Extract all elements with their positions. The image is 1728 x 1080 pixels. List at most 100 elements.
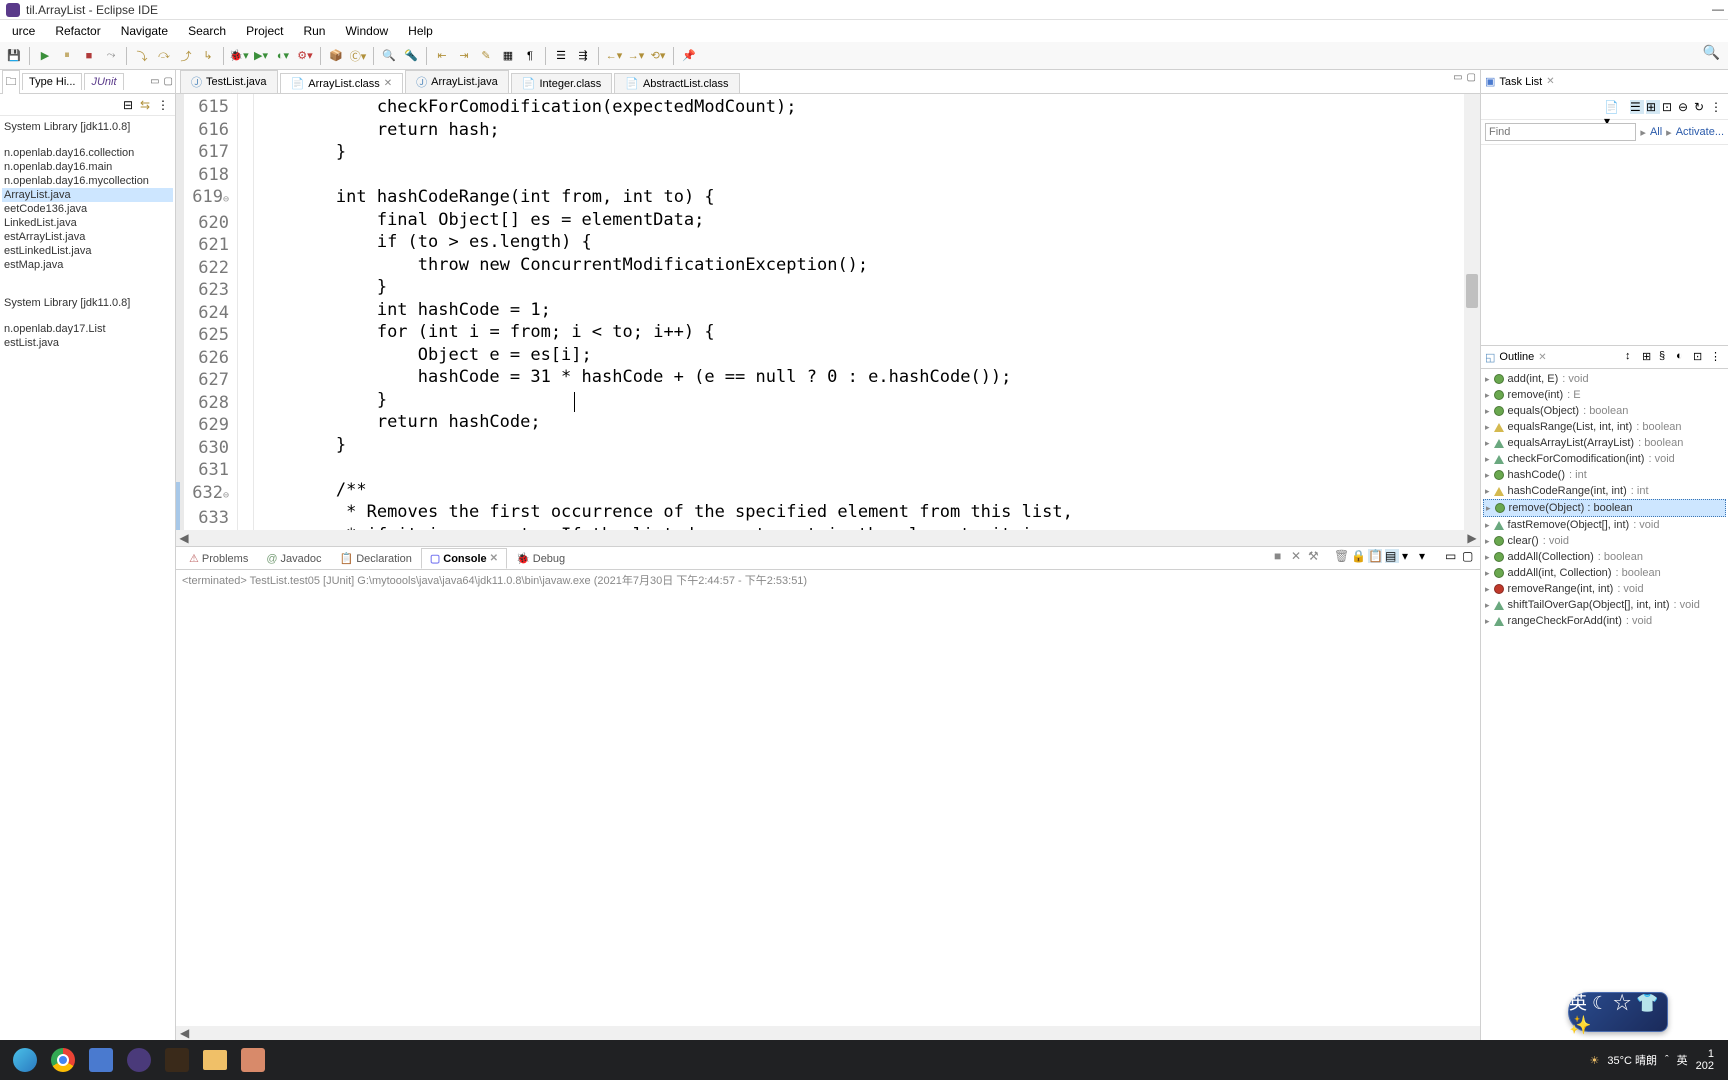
filter-icon[interactable]: ⋮ xyxy=(157,98,171,112)
tree-file-arraylist[interactable]: ArrayList.java xyxy=(2,188,173,202)
outline-item[interactable]: ▸hashCodeRange(int, int) : int xyxy=(1483,483,1726,499)
ime-indicator[interactable]: 英 xyxy=(1677,1052,1688,1068)
editor-maximize-icon[interactable]: ▢ xyxy=(1467,72,1476,83)
categorize-icon[interactable]: ☰ xyxy=(1630,100,1644,114)
console-remove-icon[interactable]: ✕ xyxy=(1291,549,1305,563)
tree-package[interactable]: n.openlab.day16.mycollection xyxy=(2,174,173,188)
debug-pause-icon[interactable]: ⏸ xyxy=(57,46,77,66)
debug-stop-icon[interactable]: ■ xyxy=(79,46,99,66)
package-explorer-tab[interactable]: 🗀 xyxy=(2,70,20,94)
outline-item[interactable]: ▸shiftTailOverGap(Object[], int, int) : … xyxy=(1483,597,1726,613)
declaration-tab[interactable]: 📋Declaration xyxy=(331,548,421,569)
tree-file[interactable]: estArrayList.java xyxy=(2,230,173,244)
view-maximize-icon[interactable]: ▢ xyxy=(164,76,173,87)
sync-icon[interactable]: ↻ xyxy=(1694,100,1708,114)
code-editor[interactable]: 615616617618619⊖620621622623624625626627… xyxy=(176,94,1480,530)
forward-icon[interactable]: →▾ xyxy=(626,46,646,66)
step-over-icon[interactable]: ⤼ xyxy=(154,46,174,66)
view-minimize-icon[interactable]: ▭ xyxy=(1445,549,1459,563)
gimp-icon[interactable] xyxy=(158,1041,196,1079)
floating-badge[interactable]: 英 ☾ ☆ 👕 ✨ xyxy=(1568,992,1668,1032)
tree-library[interactable]: System Library [jdk11.0.8] xyxy=(2,120,173,134)
app7-icon[interactable] xyxy=(234,1041,272,1079)
edge-icon[interactable] xyxy=(6,1041,44,1079)
tree-file[interactable]: estLinkedList.java xyxy=(2,244,173,258)
hide-icon[interactable]: ⋮ xyxy=(1710,100,1724,114)
editor-tab-abstractlist[interactable]: 📄AbstractList.class xyxy=(614,73,739,93)
chrome-icon[interactable] xyxy=(44,1041,82,1079)
search-icon[interactable]: 🔦 xyxy=(401,46,421,66)
console-tab[interactable]: ▢Console✕ xyxy=(421,548,507,569)
console-terminate-icon[interactable]: ■ xyxy=(1274,549,1288,563)
tree-package[interactable]: n.openlab.day16.collection xyxy=(2,146,173,160)
tree-file[interactable]: estMap.java xyxy=(2,258,173,272)
focus-icon[interactable]: ⊡ xyxy=(1662,100,1676,114)
ext-run-icon[interactable]: ⚙▾ xyxy=(295,46,315,66)
menu-search[interactable]: Search xyxy=(178,22,236,40)
clock[interactable]: 1202 xyxy=(1696,1048,1714,1072)
view-maximize-icon[interactable]: ▢ xyxy=(1462,549,1476,563)
menu-help[interactable]: Help xyxy=(398,22,443,40)
tree-library[interactable]: System Library [jdk11.0.8] xyxy=(2,296,173,310)
menu-navigate[interactable]: Navigate xyxy=(111,22,178,40)
outline-static-icon[interactable]: § xyxy=(1659,350,1673,364)
tree-package[interactable]: n.openlab.day16.main xyxy=(2,160,173,174)
tray-chevron-icon[interactable]: ˆ xyxy=(1665,1054,1669,1066)
weather-icon[interactable]: ☀ xyxy=(1589,1054,1599,1067)
toggle-mark-icon[interactable]: ✎ xyxy=(476,46,496,66)
debug-resume-icon[interactable]: ▶ xyxy=(35,46,55,66)
outline-item[interactable]: ▸fastRemove(Object[], int) : void xyxy=(1483,517,1726,533)
pin-icon[interactable]: 📌 xyxy=(679,46,699,66)
minimize-button[interactable]: — xyxy=(1712,2,1724,16)
outline-local-icon[interactable]: ⊡ xyxy=(1693,350,1707,364)
new-class-icon[interactable]: Ⓒ▾ xyxy=(348,46,368,66)
outline-item[interactable]: ▸add(int, E) : void xyxy=(1483,371,1726,387)
back-icon[interactable]: ←▾ xyxy=(604,46,624,66)
skip-bp-icon[interactable]: ⇶ xyxy=(573,46,593,66)
scroll-left-icon[interactable]: ◀ xyxy=(176,531,192,545)
view-minimize-icon[interactable]: ▭ xyxy=(150,76,159,87)
step-into-icon[interactable]: ⤵ xyxy=(132,46,152,66)
save-icon[interactable]: 💾 xyxy=(4,46,24,66)
type-hierarchy-tab[interactable]: Type Hi... xyxy=(22,73,82,90)
console-hscroll[interactable]: ◀ xyxy=(176,1026,1480,1040)
tree-file[interactable]: LinkedList.java xyxy=(2,216,173,230)
outline-item[interactable]: ▸remove(Object) : boolean xyxy=(1483,499,1726,517)
weather-text[interactable]: 35°C 晴朗 xyxy=(1607,1052,1657,1068)
editor-tab-testlist[interactable]: ⒿTestList.java xyxy=(180,70,278,93)
editor-tab-arraylist-java[interactable]: ⒿArrayList.java xyxy=(405,70,509,93)
new-task-icon[interactable]: 📄▾ xyxy=(1604,100,1618,114)
javadoc-tab[interactable]: @Javadoc xyxy=(257,549,330,569)
tree-package[interactable]: n.openlab.day17.List xyxy=(2,322,173,336)
console-clear-icon[interactable]: 🗑 xyxy=(1334,549,1348,563)
outline-item[interactable]: ▸equals(Object) : boolean xyxy=(1483,403,1726,419)
outline-item[interactable]: ▸rangeCheckForAdd(int) : void xyxy=(1483,613,1726,629)
schedule-icon[interactable]: ⊞ xyxy=(1646,100,1660,114)
editor-tab-integer[interactable]: 📄Integer.class xyxy=(511,73,612,93)
close-icon[interactable]: ✕ xyxy=(490,553,498,564)
console-pin-icon[interactable]: 📋 xyxy=(1368,549,1382,563)
close-icon[interactable]: ✕ xyxy=(384,78,392,89)
open-type-icon[interactable]: 🔍 xyxy=(379,46,399,66)
editor-tab-arraylist-class[interactable]: 📄ArrayList.class✕ xyxy=(280,73,404,93)
outline-item[interactable]: ▸remove(int) : E xyxy=(1483,387,1726,403)
junit-tab[interactable]: JUnit xyxy=(84,73,123,90)
console-output[interactable] xyxy=(176,590,1480,1026)
debug-tab[interactable]: 🐞Debug xyxy=(507,548,574,569)
menu-refactor[interactable]: Refactor xyxy=(45,22,110,40)
outline-focus-icon[interactable]: ⋮ xyxy=(1710,350,1724,364)
outline-item[interactable]: ▸equalsRange(List, int, int) : boolean xyxy=(1483,419,1726,435)
console-removeall-icon[interactable]: ⚒ xyxy=(1308,549,1322,563)
step-filter-icon[interactable]: ↳ xyxy=(198,46,218,66)
outline-item[interactable]: ▸clear() : void xyxy=(1483,533,1726,549)
run-dropdown-icon[interactable]: ▶▾ xyxy=(251,46,271,66)
collapse-all-icon[interactable]: ⊟ xyxy=(123,98,137,112)
menu-project[interactable]: Project xyxy=(236,22,293,40)
quick-access-icon[interactable]: 🔍 xyxy=(1703,44,1720,61)
console-lock-icon[interactable]: 🔒 xyxy=(1351,549,1365,563)
debug-dropdown-icon[interactable]: 🐞▾ xyxy=(229,46,249,66)
link-editor-icon[interactable]: ⇆ xyxy=(140,98,154,112)
console-open-icon[interactable]: ▾ xyxy=(1402,549,1416,563)
menu-source[interactable]: urce xyxy=(2,22,45,40)
outline-item[interactable]: ▸removeRange(int, int) : void xyxy=(1483,581,1726,597)
